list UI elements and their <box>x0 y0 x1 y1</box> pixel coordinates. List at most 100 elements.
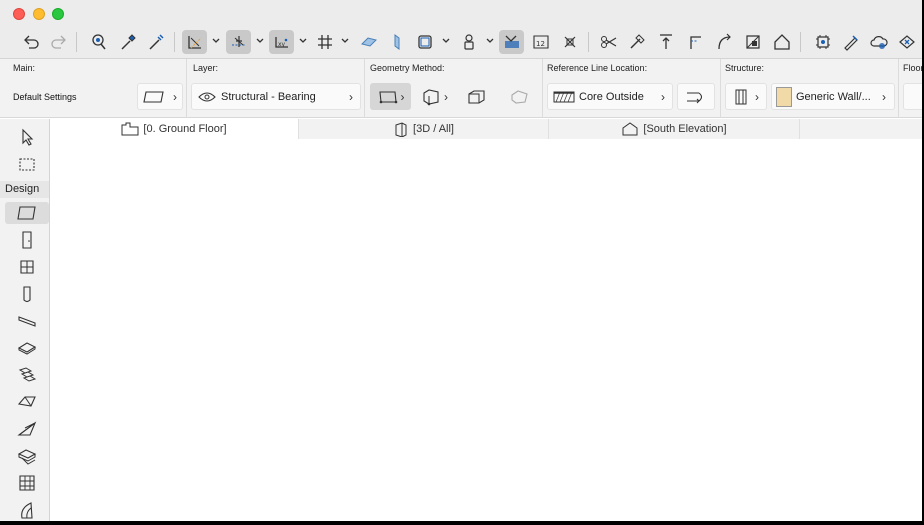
pen-button[interactable] <box>838 30 863 54</box>
zone-tool[interactable] <box>12 499 42 521</box>
snap-guides-button[interactable] <box>226 30 251 54</box>
flip-direction-icon <box>687 89 707 105</box>
wall-settings-button[interactable]: › <box>137 83 183 110</box>
window-tool[interactable] <box>12 256 42 278</box>
chevron-down-icon[interactable] <box>486 36 494 46</box>
door-tool[interactable] <box>12 229 42 251</box>
archicad-window: xy 12 Main: Default Settings › Layer: St… <box>0 0 922 521</box>
fillet-button[interactable] <box>682 30 707 54</box>
rotate-button[interactable] <box>711 30 736 54</box>
explode-icon <box>743 32 763 52</box>
redo-button[interactable] <box>46 30 71 54</box>
tab-empty <box>800 119 922 139</box>
marquee-tool[interactable] <box>12 153 42 175</box>
wall-icon <box>17 203 37 223</box>
suspend-groups-button[interactable] <box>384 30 409 54</box>
shell-tool[interactable] <box>12 418 42 440</box>
cloud-button[interactable] <box>866 30 891 54</box>
dimension-button[interactable]: 12 <box>528 30 553 54</box>
tab-south-elevation[interactable]: [South Elevation] <box>549 119 800 139</box>
layer-combo-button[interactable] <box>412 30 437 54</box>
chevron-down-icon[interactable] <box>442 36 450 46</box>
magic-wand-button[interactable] <box>624 30 649 54</box>
column-icon <box>17 284 37 304</box>
wall-tool[interactable] <box>5 202 49 224</box>
geometry-straight-button[interactable]: › <box>370 83 411 110</box>
eyedropper-button[interactable] <box>115 30 140 54</box>
geometry-rotated-button[interactable] <box>501 83 537 110</box>
chevron-down-icon[interactable] <box>299 36 307 46</box>
beam-tool[interactable] <box>12 310 42 332</box>
chevron-down-icon[interactable] <box>212 36 220 46</box>
undo-button[interactable] <box>18 30 43 54</box>
morph-tool[interactable] <box>12 445 42 467</box>
curtain-wall-tool[interactable] <box>12 472 42 494</box>
snap-guides-icon <box>229 36 249 47</box>
marquee-icon <box>560 32 580 52</box>
floor-selector[interactable] <box>903 83 922 110</box>
sync-button[interactable] <box>894 30 919 54</box>
elevate-icon <box>656 32 676 52</box>
scissors-button[interactable] <box>596 30 621 54</box>
tab-ground-floor[interactable]: [0. Ground Floor] <box>50 119 299 139</box>
renovation-button[interactable] <box>456 30 481 54</box>
close-window-button[interactable] <box>13 8 25 20</box>
syringe-button[interactable] <box>143 30 168 54</box>
chevron-down-icon[interactable] <box>341 36 349 46</box>
composite-structure-icon <box>733 88 749 106</box>
stair-icon <box>17 365 37 385</box>
guide-lines-button[interactable] <box>182 30 207 54</box>
snap-points-button[interactable]: xy <box>269 30 294 54</box>
column-tool[interactable] <box>12 283 42 305</box>
home-button[interactable] <box>769 30 794 54</box>
bim-button[interactable] <box>810 30 835 54</box>
structure-type-button[interactable]: › <box>725 83 767 110</box>
svg-text:xy: xy <box>278 41 286 48</box>
door-icon <box>17 230 37 250</box>
composite-selector[interactable]: Generic Wall/... › <box>771 83 895 110</box>
grid-snap-button[interactable] <box>312 30 337 54</box>
toolbox: Design <box>0 119 50 521</box>
zoom-window-button[interactable] <box>52 8 64 20</box>
elevate-button[interactable] <box>653 30 678 54</box>
infobox-main-section: Main: Default Settings › <box>0 59 187 118</box>
layer-label: Layer: <box>193 63 219 73</box>
drawing-canvas[interactable] <box>51 139 922 521</box>
infobox-structure-section: Structure: › Generic Wall/... › <box>721 59 899 118</box>
layer-selector[interactable]: Structural - Bearing › <box>191 83 361 110</box>
gravity-button[interactable] <box>356 30 381 54</box>
roof-tool[interactable] <box>12 391 42 413</box>
chevron-right-icon: › <box>444 89 448 104</box>
rectangle-wall-icon <box>465 88 487 106</box>
morph-icon <box>17 446 37 466</box>
geometry-chained-button[interactable]: › <box>416 83 452 110</box>
trace-button[interactable] <box>499 30 524 54</box>
pet-palette-button[interactable] <box>86 30 111 54</box>
eye-icon <box>198 91 216 103</box>
chevron-down-icon[interactable] <box>256 36 264 46</box>
minimize-window-button[interactable] <box>33 8 45 20</box>
title-bar <box>0 0 922 26</box>
infobox-layer-section: Layer: Structural - Bearing › <box>187 59 365 118</box>
flip-reference-button[interactable] <box>677 83 715 110</box>
svg-text:12: 12 <box>536 40 545 48</box>
layer-value: Structural - Bearing <box>221 90 316 103</box>
reference-line-selector[interactable]: Core Outside › <box>547 83 673 110</box>
marquee-icon <box>17 154 37 174</box>
stair-tool[interactable] <box>12 364 42 386</box>
floor-plan-icon <box>121 122 139 136</box>
favorites-value: Default Settings <box>13 92 77 102</box>
marquee-button[interactable] <box>557 30 582 54</box>
eyedropper-icon <box>118 32 138 52</box>
geometry-rectangle-button[interactable] <box>458 83 494 110</box>
toolbar-separator <box>76 32 77 52</box>
explode-button[interactable] <box>740 30 765 54</box>
composite-value: Generic Wall/... <box>796 90 871 103</box>
chevron-right-icon: › <box>661 89 665 104</box>
syringe-icon <box>146 32 166 52</box>
rotated-rectangle-icon <box>508 88 530 106</box>
curtain-wall-icon <box>17 473 37 493</box>
slab-tool[interactable] <box>12 337 42 359</box>
arrow-tool[interactable] <box>12 126 42 148</box>
tab-3d-all[interactable]: [3D / All] <box>299 119 549 139</box>
